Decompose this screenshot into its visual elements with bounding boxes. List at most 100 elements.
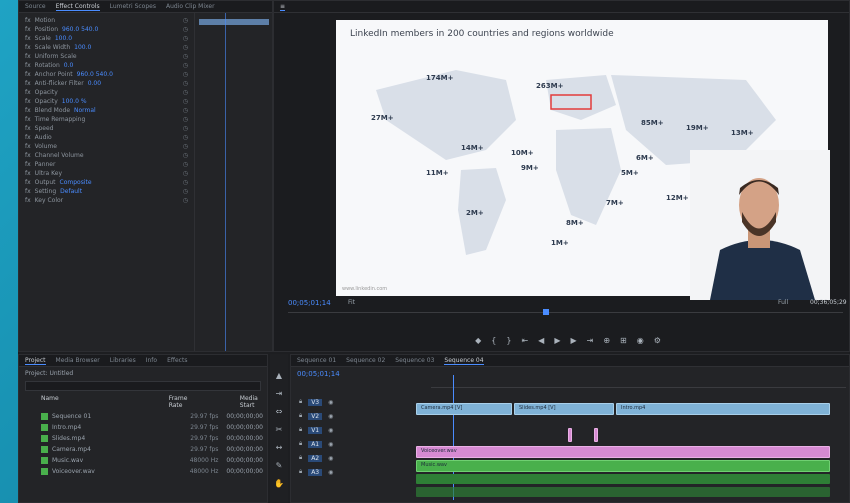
effect-property-row[interactable]: fx Motion ◷ bbox=[19, 16, 194, 25]
fx-toggle-icon[interactable]: fx bbox=[25, 170, 31, 177]
fx-toggle-icon[interactable]: fx bbox=[25, 116, 31, 123]
project-item[interactable]: Music.wav 48000 Hz 00;00;00;00 bbox=[41, 455, 263, 466]
fx-toggle-icon[interactable]: fx bbox=[25, 152, 31, 159]
column-frame-rate[interactable]: Frame Rate bbox=[169, 395, 190, 409]
fx-toggle-icon[interactable]: fx bbox=[25, 143, 31, 150]
project-search[interactable] bbox=[25, 381, 261, 391]
fx-toggle-icon[interactable]: fx bbox=[25, 125, 31, 132]
program-timecode[interactable]: 00;05;01;14 bbox=[288, 299, 331, 307]
effect-property-row[interactable]: fx Anchor Point 960.0 540.0 ◷ bbox=[19, 70, 194, 79]
audio-clip-music[interactable]: Music.wav bbox=[416, 460, 830, 472]
track-eye-icon[interactable]: ◉ bbox=[328, 413, 333, 420]
keyframe-stopwatch-icon[interactable]: ◷ bbox=[183, 188, 188, 195]
effect-property-row[interactable]: fx Audio ◷ bbox=[19, 133, 194, 142]
property-value[interactable]: Default bbox=[60, 188, 82, 195]
tab-sequence-04[interactable]: Sequence 04 bbox=[444, 357, 484, 365]
tab-sequence-01[interactable]: Sequence 01 bbox=[297, 357, 336, 364]
program-scrub-bar[interactable] bbox=[288, 309, 843, 323]
track-header[interactable]: 🔒︎ V1 ◉ bbox=[291, 423, 431, 437]
selection-tool-icon[interactable]: ▲ bbox=[273, 370, 285, 382]
keyframe-stopwatch-icon[interactable]: ◷ bbox=[183, 134, 188, 141]
audio-clip-voiceover[interactable]: Voiceover.wav bbox=[416, 446, 830, 458]
keyframe-stopwatch-icon[interactable]: ◷ bbox=[183, 62, 188, 69]
zoom-select[interactable]: Fit bbox=[348, 299, 355, 306]
effect-property-row[interactable]: fx Blend Mode Normal ◷ bbox=[19, 106, 194, 115]
property-value[interactable]: 960.0 540.0 bbox=[77, 71, 113, 78]
track-select-icon[interactable]: ⇥ bbox=[273, 388, 285, 400]
effect-property-row[interactable]: fx Scale 100.0 ◷ bbox=[19, 34, 194, 43]
effect-property-row[interactable]: fx Volume ◷ bbox=[19, 142, 194, 151]
keyframe-stopwatch-icon[interactable]: ◷ bbox=[183, 143, 188, 150]
fx-toggle-icon[interactable]: fx bbox=[25, 98, 31, 105]
step-back-icon[interactable]: ◀ bbox=[538, 336, 544, 345]
track-eye-icon[interactable]: ◉ bbox=[328, 399, 333, 406]
keyframe-stopwatch-icon[interactable]: ◷ bbox=[183, 116, 188, 123]
project-item[interactable]: Slides.mp4 29.97 fps 00;00;00;00 bbox=[41, 433, 263, 444]
fx-toggle-icon[interactable]: fx bbox=[25, 62, 31, 69]
tab-info[interactable]: Info bbox=[146, 357, 157, 364]
fx-toggle-icon[interactable]: fx bbox=[25, 188, 31, 195]
project-item[interactable]: Camera.mp4 29.97 fps 00;00;00;00 bbox=[41, 444, 263, 455]
column-name[interactable]: Name bbox=[41, 395, 59, 409]
fx-toggle-icon[interactable]: fx bbox=[25, 71, 31, 78]
effect-property-row[interactable]: fx Opacity ◷ bbox=[19, 88, 194, 97]
property-value[interactable]: 0.0 bbox=[64, 62, 74, 69]
keyframe-stopwatch-icon[interactable]: ◷ bbox=[183, 197, 188, 204]
effect-property-row[interactable]: fx Time Remapping ◷ bbox=[19, 115, 194, 124]
property-value[interactable]: Normal bbox=[74, 107, 96, 114]
audio-track-fill[interactable] bbox=[416, 487, 830, 497]
track-header[interactable]: 🔒︎ A1 ◉ bbox=[291, 437, 431, 451]
playhead-marker[interactable] bbox=[543, 309, 549, 315]
effect-property-row[interactable]: fx Opacity 100.0 % ◷ bbox=[19, 97, 194, 106]
effect-property-row[interactable]: fx Setting Default ◷ bbox=[19, 187, 194, 196]
property-value[interactable]: 100.0 bbox=[55, 35, 72, 42]
tab-effects[interactable]: Effects bbox=[167, 357, 187, 364]
track-lock-icon[interactable]: 🔒︎ bbox=[299, 440, 302, 448]
effect-property-row[interactable]: fx Key Color ◷ bbox=[19, 196, 194, 205]
project-item[interactable]: Intro.mp4 29.97 fps 00;00;00;00 bbox=[41, 422, 263, 433]
project-item[interactable]: Sequence 01 29.97 fps 00;00;00;00 bbox=[41, 411, 263, 422]
insert-icon[interactable]: ⊕ bbox=[603, 336, 610, 345]
audio-track-fill[interactable] bbox=[416, 474, 830, 484]
track-header[interactable]: 🔒︎ V3 ◉ bbox=[291, 395, 431, 409]
keyframe-stopwatch-icon[interactable]: ◷ bbox=[183, 152, 188, 159]
property-value[interactable]: Composite bbox=[60, 179, 92, 186]
effect-property-row[interactable]: fx Rotation 0.0 ◷ bbox=[19, 61, 194, 70]
property-value[interactable]: 100.0 bbox=[74, 44, 91, 51]
effect-property-row[interactable]: fx Output Composite ◷ bbox=[19, 178, 194, 187]
effect-property-row[interactable]: fx Uniform Scale ◷ bbox=[19, 52, 194, 61]
project-item[interactable]: Voiceover.wav 48000 Hz 00;00;00;00 bbox=[41, 466, 263, 477]
tab-sequence-02[interactable]: Sequence 02 bbox=[346, 357, 385, 364]
tab-source[interactable]: Source bbox=[25, 3, 46, 10]
tab-media-browser[interactable]: Media Browser bbox=[56, 357, 100, 364]
settings-icon[interactable]: ⚙ bbox=[654, 336, 661, 345]
track-lock-icon[interactable]: 🔒︎ bbox=[299, 468, 302, 476]
video-clip-camera[interactable]: Camera.mp4 [V] bbox=[416, 403, 512, 415]
keyframe-stopwatch-icon[interactable]: ◷ bbox=[183, 89, 188, 96]
tab-program[interactable]: ≡ bbox=[280, 3, 286, 11]
track-header[interactable]: 🔒︎ A2 ◉ bbox=[291, 451, 431, 465]
track-eye-icon[interactable]: ◉ bbox=[328, 441, 333, 448]
keyframe-stopwatch-icon[interactable]: ◷ bbox=[183, 107, 188, 114]
audio-clip-blip-2[interactable] bbox=[594, 428, 598, 442]
fx-toggle-icon[interactable]: fx bbox=[25, 197, 31, 204]
tab-project[interactable]: Project bbox=[25, 357, 46, 365]
column-media-start[interactable]: Media Start bbox=[240, 395, 261, 409]
razor-tool-icon[interactable]: ✂ bbox=[273, 424, 285, 436]
fx-toggle-icon[interactable]: fx bbox=[25, 53, 31, 60]
keyframe-stopwatch-icon[interactable]: ◷ bbox=[183, 161, 188, 168]
keyframe-stopwatch-icon[interactable]: ◷ bbox=[183, 98, 188, 105]
fx-toggle-icon[interactable]: fx bbox=[25, 44, 31, 51]
hand-tool-icon[interactable]: ✋ bbox=[273, 478, 285, 490]
timeline-timecode[interactable]: 00;05;01;14 bbox=[297, 370, 340, 378]
keyframe-stopwatch-icon[interactable]: ◷ bbox=[183, 170, 188, 177]
fx-toggle-icon[interactable]: fx bbox=[25, 161, 31, 168]
track-lock-icon[interactable]: 🔒︎ bbox=[299, 426, 302, 434]
pen-tool-icon[interactable]: ✎ bbox=[273, 460, 285, 472]
keyframe-stopwatch-icon[interactable]: ◷ bbox=[183, 125, 188, 132]
slip-tool-icon[interactable]: ↔ bbox=[273, 442, 285, 454]
tab-sequence-03[interactable]: Sequence 03 bbox=[395, 357, 434, 364]
marker-icon[interactable]: ◆ bbox=[475, 336, 481, 345]
fx-toggle-icon[interactable]: fx bbox=[25, 80, 31, 87]
keyframe-stopwatch-icon[interactable]: ◷ bbox=[183, 35, 188, 42]
